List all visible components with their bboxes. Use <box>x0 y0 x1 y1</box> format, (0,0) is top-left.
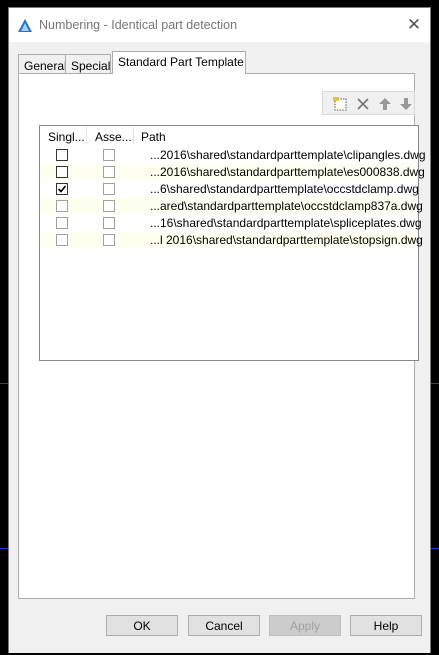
background-line <box>431 383 439 384</box>
assembly-checkbox[interactable] <box>103 234 115 246</box>
table-row[interactable]: ...ared\standardparttemplate\occstdclamp… <box>40 197 423 214</box>
assembly-checkbox[interactable] <box>103 217 115 229</box>
new-template-icon[interactable] <box>332 95 350 113</box>
template-list[interactable]: Singl... Asse... Path ...2016\shared\sta… <box>39 125 426 361</box>
template-toolbar <box>322 91 415 115</box>
list-header: Singl... Asse... Path <box>40 126 418 145</box>
column-header-path[interactable]: Path <box>141 130 166 144</box>
move-up-icon[interactable] <box>376 95 394 113</box>
single-checkbox[interactable] <box>56 183 68 195</box>
table-row[interactable]: ...16\shared\standardparttemplate\splice… <box>40 214 422 231</box>
autocad-app-icon <box>18 19 32 32</box>
single-checkbox[interactable] <box>56 234 68 246</box>
tab-general[interactable]: General <box>18 54 67 73</box>
assembly-checkbox[interactable] <box>103 149 115 161</box>
dialog-window: Numbering - Identical part detection ✕ G… <box>8 7 431 653</box>
single-checkbox[interactable] <box>56 149 68 161</box>
column-header-single[interactable]: Singl... <box>48 130 85 144</box>
column-separator[interactable] <box>86 127 87 144</box>
column-header-assembly[interactable]: Asse... <box>95 130 132 144</box>
path-cell: ...2016\shared\standardparttemplate\es00… <box>150 165 425 179</box>
move-down-icon[interactable] <box>397 95 415 113</box>
single-checkbox[interactable] <box>56 200 68 212</box>
assembly-checkbox[interactable] <box>103 166 115 178</box>
single-checkbox[interactable] <box>56 166 68 178</box>
apply-button[interactable]: Apply <box>269 615 341 636</box>
cancel-button[interactable]: Cancel <box>188 615 260 636</box>
assembly-checkbox[interactable] <box>103 200 115 212</box>
background-line <box>0 548 8 549</box>
path-cell: ...l 2016\shared\standardparttemplate\st… <box>150 233 423 247</box>
table-row[interactable]: ...l 2016\shared\standardparttemplate\st… <box>40 231 423 248</box>
table-row[interactable]: ...6\shared\standardparttemplate\occstdc… <box>40 180 419 197</box>
single-checkbox[interactable] <box>56 217 68 229</box>
close-icon: ✕ <box>406 15 422 35</box>
ok-button[interactable]: OK <box>106 615 178 636</box>
column-separator[interactable] <box>133 127 134 144</box>
path-cell: ...16\shared\standardparttemplate\splice… <box>150 216 422 230</box>
table-row[interactable]: ...2016\shared\standardparttemplate\clip… <box>40 146 426 163</box>
checkmark-icon <box>57 185 67 193</box>
path-cell: ...2016\shared\standardparttemplate\clip… <box>150 148 426 162</box>
table-row[interactable]: ...2016\shared\standardparttemplate\es00… <box>40 163 425 180</box>
tab-panel: Singl... Asse... Path ...2016\shared\sta… <box>18 73 426 599</box>
button-bar: OK Cancel Apply Help <box>9 609 430 653</box>
background-line <box>431 548 439 549</box>
window-title: Numbering - Identical part detection <box>39 18 238 32</box>
background-line <box>0 383 8 384</box>
assembly-checkbox[interactable] <box>103 183 115 195</box>
path-cell: ...6\shared\standardparttemplate\occstdc… <box>150 182 419 196</box>
tab-special[interactable]: Special <box>65 54 111 73</box>
close-button[interactable]: ✕ <box>398 8 430 42</box>
tab-standard-part-template[interactable]: Standard Part Template <box>112 51 246 74</box>
title-bar: Numbering - Identical part detection ✕ <box>9 8 430 42</box>
path-cell: ...ared\standardparttemplate\occstdclamp… <box>150 199 423 213</box>
help-button[interactable]: Help <box>350 615 422 636</box>
delete-icon[interactable] <box>354 95 372 113</box>
